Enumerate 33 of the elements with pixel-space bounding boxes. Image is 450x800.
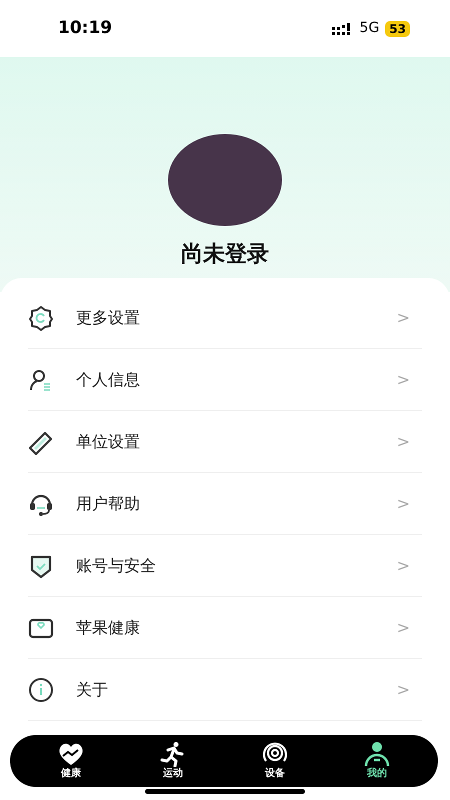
tab[interactable]: 运动 [138, 741, 208, 781]
menu-item[interactable]: 苹果健康 > [28, 597, 422, 659]
menu-item[interactable]: 个人信息 > [28, 349, 422, 411]
menu-item[interactable]: 更多设置 > [28, 287, 422, 349]
menu-label: 单位设置 [76, 430, 141, 452]
gear-icon [28, 304, 54, 330]
chevron-icon: > [396, 306, 422, 330]
menu-label: 更多设置 [76, 306, 141, 328]
chevron-icon: > [396, 430, 422, 454]
chevron-icon: > [396, 554, 422, 578]
tab[interactable]: 我的 [342, 741, 412, 781]
heart-chart-icon [57, 741, 85, 767]
network-label: 5G [360, 19, 380, 38]
menu-label: 关于 [76, 678, 109, 700]
menu-label: 账号与安全 [76, 554, 157, 576]
info-icon [28, 676, 54, 702]
chevron-icon: > [396, 492, 422, 516]
user-icon [363, 741, 391, 767]
battery-indicator: 53 [385, 20, 410, 36]
tab[interactable]: 设备 [240, 741, 310, 781]
menu-label: 用户帮助 [76, 492, 141, 514]
chevron-icon: > [396, 678, 422, 702]
chevron-icon: > [396, 616, 422, 640]
status-time: 10:19 [58, 16, 112, 40]
menu-item[interactable]: 关于 > [28, 659, 422, 721]
menu-item[interactable]: 用户帮助 > [28, 473, 422, 535]
login-status[interactable]: 尚未登录 [181, 238, 269, 271]
menu-item[interactable]: 单位设置 > [28, 411, 422, 473]
menu-label: 苹果健康 [76, 616, 141, 638]
menu-item[interactable]: 账号与安全 > [28, 535, 422, 597]
tab[interactable]: 健康 [36, 741, 106, 781]
chevron-icon: > [396, 368, 422, 392]
menu-label: 个人信息 [76, 368, 141, 390]
